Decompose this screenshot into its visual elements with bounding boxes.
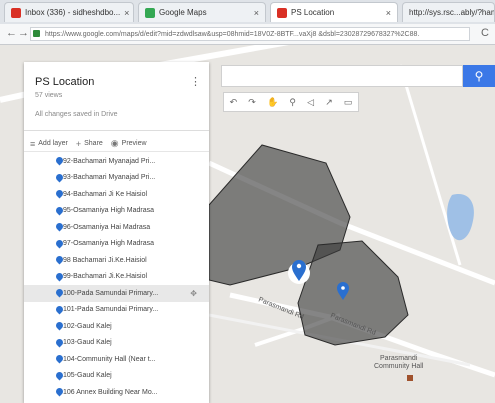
tab-label: PS Location <box>291 8 335 17</box>
back-icon[interactable]: ← <box>6 27 17 39</box>
directions-icon[interactable]: ↗ <box>325 97 333 108</box>
search-button[interactable]: ⚲ <box>463 65 495 87</box>
add-marker-icon[interactable]: ⚲ <box>289 97 296 108</box>
undo-icon[interactable]: ↶ <box>230 97 238 108</box>
list-item-label: 94-Bachamari Ji Ke Haisiol <box>63 190 148 198</box>
layers-panel: PS Location 57 views ⋮ All changes saved… <box>24 62 209 403</box>
list-item-label: 99-Bachamari Ji.Ke.Haisiol <box>63 273 148 281</box>
save-status: All changes saved in Drive <box>35 111 118 118</box>
list-item[interactable]: 94-Bachamari Ji Ke Haisiol <box>24 186 209 203</box>
list-item-label: 97-Osamaniya High Madrasa <box>63 240 155 248</box>
draw-line-icon[interactable]: ◁ <box>307 97 314 108</box>
list-item-label: 105-Gaud Kalej <box>63 372 112 380</box>
reload-icon[interactable]: C <box>481 27 489 39</box>
list-item[interactable]: 97-Osamaniya High Madrasa <box>24 236 209 253</box>
map-title[interactable]: PS Location <box>35 76 94 88</box>
list-item[interactable]: 105-Gaud Kalej <box>24 368 209 385</box>
list-item-label: 100-Pada Samundai Primary... <box>63 289 159 297</box>
boundary-polygon-2[interactable] <box>297 240 409 346</box>
list-item-label: 93-Bachamari Myanajad Pri... <box>63 174 156 182</box>
map-toolbar: ↶ ↷ ✋ ⚲ ◁ ↗ ▭ <box>223 92 359 112</box>
url-field[interactable]: https://www.google.com/maps/d/edit?mid=z… <box>30 27 470 41</box>
divider <box>24 151 209 152</box>
place-list: 92-Bachamari Myanajad Pri... 93-Bachamari… <box>24 153 209 401</box>
more-options-icon[interactable]: ⋮ <box>190 75 201 88</box>
list-item[interactable]: 101-Pada Samundai Primary... <box>24 302 209 319</box>
list-item-label: 103-Gaud Kalej <box>63 339 112 347</box>
style-icon[interactable]: ✥ <box>190 289 197 298</box>
gmail-icon <box>11 7 21 18</box>
address-bar: ← → https://www.google.com/maps/d/edit?m… <box>0 24 495 45</box>
share-label: Share <box>84 140 103 147</box>
tab-label: Inbox (336) - sidheshdbo... <box>25 8 121 17</box>
share-button[interactable]: + Share <box>76 139 103 149</box>
list-item[interactable]: 102-Gaud Kalej <box>24 318 209 335</box>
close-icon[interactable]: × <box>382 8 391 18</box>
list-item-label: 92-Bachamari Myanajad Pri... <box>63 157 156 165</box>
list-item[interactable]: 104-Community Hall (Near t... <box>24 351 209 368</box>
list-item[interactable]: 106 Annex Building Near Mo... <box>24 384 209 401</box>
list-item-label: 95-Osamaniya High Madrasa <box>63 207 155 215</box>
list-item[interactable]: 96-Osamaniya Hai Madrasa <box>24 219 209 236</box>
list-item-label: 102-Gaud Kalej <box>63 322 112 330</box>
add-layer-label: Add layer <box>38 140 68 147</box>
map-search-input[interactable] <box>221 65 463 87</box>
add-layer-button[interactable]: ≡ Add layer <box>30 139 68 149</box>
poi-label: Community Hall <box>374 363 424 370</box>
list-item[interactable]: 93-Bachamari Myanajad Pri... <box>24 170 209 187</box>
poi-icon[interactable] <box>407 375 413 381</box>
add-person-icon: + <box>75 138 82 149</box>
measure-icon[interactable]: ▭ <box>344 97 353 108</box>
list-item[interactable]: 99-Bachamari Ji.Ke.Haisiol <box>24 269 209 286</box>
list-item[interactable]: 95-Osamaniya High Madrasa <box>24 203 209 220</box>
redo-icon[interactable]: ↷ <box>248 97 256 108</box>
search-icon: ⚲ <box>474 69 484 83</box>
panel-actions: ≡ Add layer + Share ◉ Preview <box>30 138 205 149</box>
hand-icon[interactable]: ✋ <box>267 97 278 108</box>
browser-tab-bar: Inbox (336) - sidheshdbo... × Google Map… <box>0 0 495 24</box>
lock-icon <box>33 30 40 37</box>
list-item[interactable]: 98 Bachamari Ji.Ke.Haisiol <box>24 252 209 269</box>
list-item[interactable]: 92-Bachamari Myanajad Pri... <box>24 153 209 170</box>
list-item-label: 96-Osamaniya Hai Madrasa <box>63 223 151 231</box>
mymaps-icon <box>277 7 287 18</box>
preview-button[interactable]: ◉ Preview <box>111 138 147 149</box>
close-icon[interactable]: × <box>250 8 259 18</box>
tab-other-site[interactable]: http://sys.rsc...ably/?hamie <box>402 2 495 22</box>
forward-icon[interactable]: → <box>18 27 29 39</box>
poi-label: Parasmandi <box>380 355 418 362</box>
list-item-label: 104-Community Hall (Near t... <box>63 355 156 363</box>
close-icon[interactable]: × <box>120 8 129 18</box>
eye-icon: ◉ <box>110 138 119 148</box>
list-item-label: 101-Pada Samundai Primary... <box>63 306 159 314</box>
list-item[interactable]: 103-Gaud Kalej <box>24 335 209 352</box>
list-item-label: 98 Bachamari Ji.Ke.Haisiol <box>63 256 147 264</box>
tab-label: Google Maps <box>159 8 207 17</box>
tab-ps-location[interactable]: PS Location × <box>270 2 398 22</box>
tab-label: http://sys.rsc...ably/?hamie <box>409 8 495 17</box>
maps-icon <box>145 7 155 18</box>
tab-gmail[interactable]: Inbox (336) - sidheshdbo... × <box>4 2 134 22</box>
view-count: 57 views <box>35 92 63 99</box>
tab-google-maps[interactable]: Google Maps × <box>138 2 266 22</box>
list-item-label: 106 Annex Building Near Mo... <box>63 388 158 396</box>
preview-label: Preview <box>121 140 147 147</box>
list-item[interactable]: 100-Pada Samundai Primary... ✥ <box>24 285 209 302</box>
layers-icon: ≡ <box>30 138 36 149</box>
divider <box>24 130 209 131</box>
